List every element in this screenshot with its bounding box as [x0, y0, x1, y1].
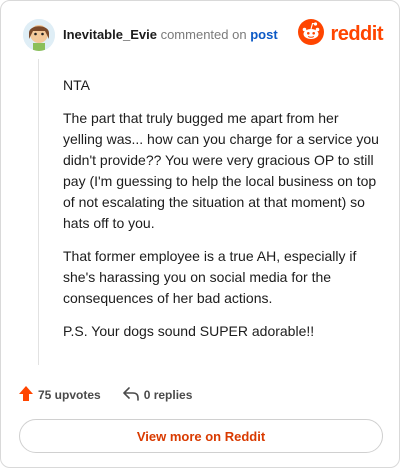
comment-actions: 75 upvotes 0 replies — [19, 386, 192, 404]
post-link[interactable]: post — [250, 27, 277, 42]
username-link[interactable]: Inevitable_Evie — [63, 27, 157, 42]
avatar[interactable] — [23, 19, 55, 51]
comment-paragraph: That former employee is a true AH, espec… — [63, 248, 357, 306]
reddit-logo-icon — [298, 19, 325, 50]
comment-meta: Inevitable_Evie commented on post — [63, 27, 278, 43]
reddit-logo[interactable]: reddit — [298, 19, 383, 50]
commented-on-label: commented on — [160, 27, 247, 42]
comment-header: Inevitable_Evie commented on post reddit — [23, 17, 383, 53]
comment-paragraph: NTA — [63, 77, 90, 93]
reply-count: 0 replies — [143, 388, 193, 402]
reddit-wordmark: reddit — [330, 23, 383, 45]
upvote-count: 75 upvotes — [38, 388, 101, 402]
comment-paragraph: The part that truly bugged me apart from… — [63, 110, 379, 231]
upvote-button[interactable]: 75 upvotes — [19, 386, 101, 404]
comment-paragraph: P.S. Your dogs sound SUPER adorable!! — [63, 323, 315, 339]
comment-body: NTA The part that truly bugged me apart … — [63, 75, 381, 354]
view-more-button[interactable]: View more on Reddit — [19, 419, 383, 453]
thread-line — [38, 59, 39, 365]
reply-button[interactable]: 0 replies — [122, 386, 193, 404]
reply-icon — [122, 386, 144, 404]
upvote-arrow-icon — [19, 386, 38, 404]
comment-card: Inevitable_Evie commented on post reddit — [0, 0, 400, 468]
